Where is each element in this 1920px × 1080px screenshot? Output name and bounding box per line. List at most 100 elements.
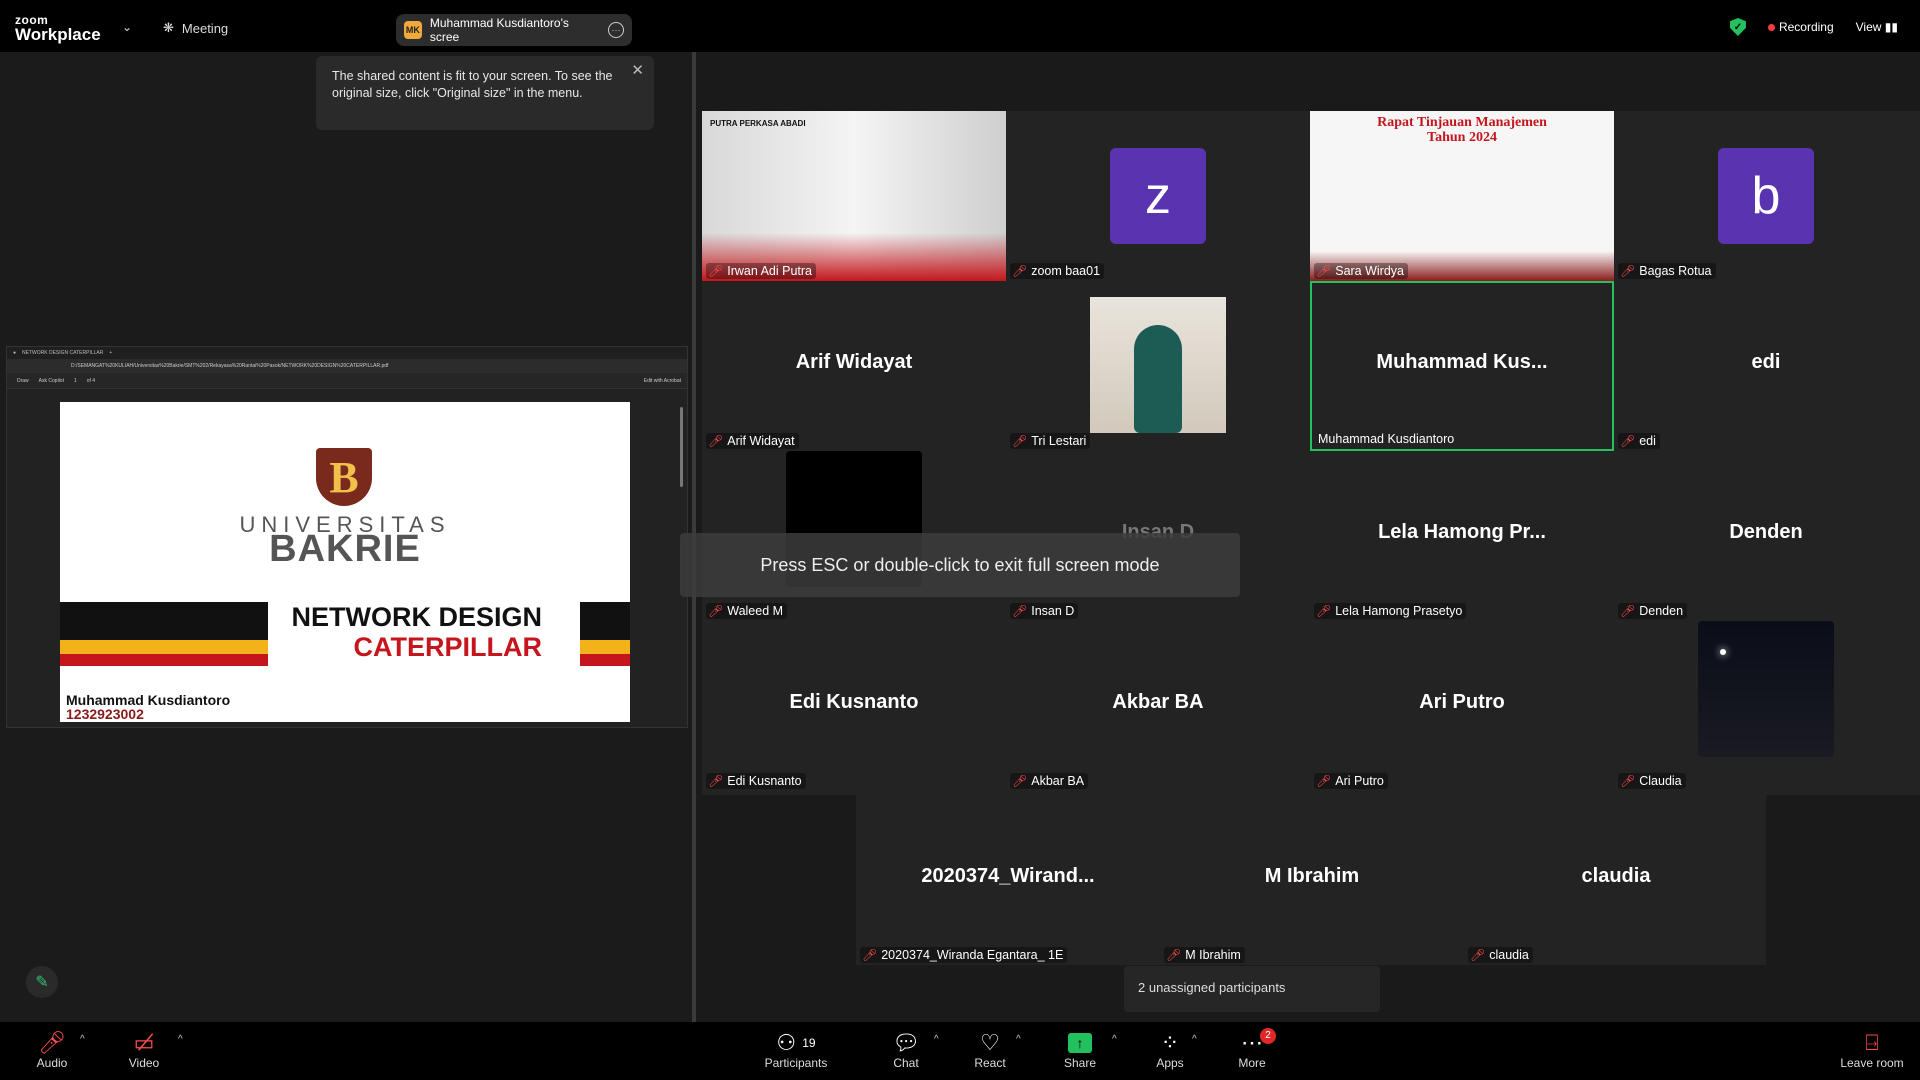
leave-room-button[interactable]: ⍈ Leave room bbox=[1836, 1030, 1908, 1070]
scrollbar[interactable] bbox=[680, 407, 683, 487]
apps-label: Apps bbox=[1156, 1056, 1184, 1070]
participant-display-name: Lela Hamong Pr... bbox=[1378, 521, 1546, 543]
chat-bubble-icon: 💬︎ bbox=[892, 1030, 920, 1055]
screen-share-pill[interactable]: MK Muhammad Kusdiantoro's scree ··· bbox=[396, 14, 632, 46]
participant-label: Muhammad Kusdiantoro bbox=[1316, 431, 1458, 447]
bg-title: Rapat Tinjauan Manajemen Tahun 2024 bbox=[1310, 115, 1614, 145]
browser-tab[interactable]: NETWORK DESIGN CATERPILLAR bbox=[22, 350, 103, 356]
participant-name: Lela Hamong Prasetyo bbox=[1335, 604, 1463, 618]
muted-mic-icon: 🎤︎ bbox=[1316, 264, 1332, 278]
more-button[interactable]: ⋯ 2 More bbox=[1232, 1028, 1276, 1070]
participant-name: 2020374_Wiranda Egantara_ 1E bbox=[881, 948, 1064, 962]
participant-name: Insan D bbox=[1031, 604, 1075, 618]
participant-tile[interactable]: Edi Kusnanto 🎤︎ Edi Kusnanto bbox=[702, 621, 1006, 791]
stripe-left bbox=[60, 602, 268, 666]
recording-indicator[interactable]: Recording bbox=[1767, 20, 1834, 34]
react-button[interactable]: ♡ React bbox=[970, 1030, 1010, 1070]
encryption-shield-icon[interactable]: ✓ bbox=[1729, 18, 1746, 36]
participant-tile-active-speaker[interactable]: Muhammad Kus... Muhammad Kusdiantoro bbox=[1310, 281, 1614, 451]
participant-tile[interactable]: claudia 🎤︎ claudia bbox=[1464, 795, 1768, 965]
meeting-controls-bar: 🎤︎ Audio ^ ▭̸ Video ^ ⚇ 19 Participants … bbox=[0, 1022, 1920, 1080]
participant-name: Claudia bbox=[1639, 774, 1682, 788]
close-icon[interactable]: ✕ bbox=[631, 62, 644, 79]
caret-up-icon: ^ bbox=[934, 1034, 939, 1045]
browser-icon: ● bbox=[13, 350, 17, 356]
muted-mic-icon: 🎤︎ bbox=[1166, 948, 1182, 962]
participant-label: 🎤︎ edi bbox=[1618, 433, 1660, 449]
participant-tile[interactable]: 🎤︎ Claudia bbox=[1614, 621, 1918, 791]
muted-mic-icon: 🎤︎ bbox=[862, 948, 878, 962]
participant-tile[interactable]: 🎤︎ Tri Lestari bbox=[1006, 281, 1310, 451]
pdf-slide: B UNIVERSITAS BAKRIE NETWORK DESIGN CATE… bbox=[60, 402, 630, 722]
chat-label: Chat bbox=[893, 1056, 919, 1070]
react-label: React bbox=[974, 1056, 1006, 1070]
address-bar[interactable]: D:/SEMANGAT%20KULIAH/Universitas%20Bakri… bbox=[7, 359, 687, 373]
audio-button[interactable]: 🎤︎ Audio bbox=[32, 1030, 72, 1070]
bg-title-line1: Rapat Tinjauan Manajemen bbox=[1377, 115, 1547, 130]
muted-mic-icon: 🎤︎ bbox=[1012, 604, 1028, 618]
participant-tile[interactable]: b 🎤︎ Bagas Rotua bbox=[1614, 111, 1918, 281]
participant-display-name: edi bbox=[1751, 351, 1781, 373]
participants-button[interactable]: ⚇ 19 Participants bbox=[760, 1030, 832, 1070]
participant-tile[interactable]: 2020374_Wirand... 🎤︎ 2020374_Wiranda Egan… bbox=[856, 795, 1160, 965]
sharer-avatar: MK bbox=[404, 21, 422, 39]
shared-screen-content[interactable]: ● NETWORK DESIGN CATERPILLAR + D:/SEMANG… bbox=[6, 346, 688, 728]
recording-label: Recording bbox=[1778, 20, 1834, 34]
more-options-icon[interactable]: ··· bbox=[608, 22, 624, 38]
bg-banner: PUTRA PERKASA ABADI bbox=[710, 119, 806, 128]
top-bar: zoom Workplace ⌄ ❋ Meeting MK Muhammad K… bbox=[0, 0, 1920, 52]
participant-label: 🎤︎ Denden bbox=[1618, 603, 1688, 619]
participant-label: 🎤︎ claudia bbox=[1468, 947, 1533, 963]
participant-tile[interactable]: Akbar BA 🎤︎ Akbar BA bbox=[1006, 621, 1310, 791]
participant-tile[interactable]: z 🎤︎ zoom baa01 bbox=[1006, 111, 1310, 281]
copilot-button[interactable]: Ask Copilot bbox=[39, 378, 64, 384]
participant-label: 🎤︎ Bagas Rotua bbox=[1618, 263, 1716, 279]
meeting-menu-button[interactable]: ❋ Meeting bbox=[163, 20, 228, 36]
page-number[interactable]: 1 bbox=[74, 378, 77, 384]
more-label: More bbox=[1238, 1056, 1266, 1070]
notification-badge: 2 bbox=[1260, 1028, 1276, 1044]
apps-button[interactable]: ⁘ Apps bbox=[1150, 1030, 1190, 1070]
annotate-pencil-icon[interactable]: ✎ bbox=[26, 966, 58, 998]
chevron-down-icon[interactable]: ⌄ bbox=[122, 20, 132, 34]
night-scene-photo bbox=[1698, 621, 1834, 757]
avatar: z bbox=[1110, 148, 1206, 244]
video-button[interactable]: ▭̸ Video bbox=[124, 1030, 164, 1070]
fullscreen-exit-notice: Press ESC or double-click to exit full s… bbox=[680, 533, 1240, 597]
muted-mic-icon: 🎤︎ bbox=[1012, 434, 1028, 448]
chat-button[interactable]: 💬︎ Chat bbox=[886, 1030, 926, 1070]
participant-name: Muhammad Kusdiantoro bbox=[1318, 432, 1455, 446]
participant-name: Irwan Adi Putra bbox=[727, 264, 812, 278]
participant-tile[interactable]: PUTRA PERKASA ABADI 🎤︎ Irwan Adi Putra bbox=[702, 111, 1006, 281]
draw-tool[interactable]: Draw bbox=[17, 378, 29, 384]
video-gallery-last-row: 2020374_Wirand... 🎤︎ 2020374_Wiranda Egan… bbox=[856, 795, 1766, 965]
participant-tile[interactable]: M Ibrahim 🎤︎ M Ibrahim bbox=[1160, 795, 1464, 965]
participant-name: claudia bbox=[1489, 948, 1529, 962]
caret-up-icon: ^ bbox=[178, 1034, 183, 1045]
caret-up-icon: ^ bbox=[1192, 1034, 1197, 1045]
participant-tile[interactable]: Lela Hamong Pr... 🎤︎ Lela Hamong Prasetyo bbox=[1310, 451, 1614, 621]
new-tab-icon[interactable]: + bbox=[109, 350, 112, 356]
muted-mic-icon: 🎤︎ bbox=[1620, 264, 1636, 278]
heart-icon: ♡ bbox=[980, 1030, 1000, 1055]
grid-icon: ▮▮ bbox=[1884, 20, 1898, 34]
participant-tile[interactable]: Ari Putro 🎤︎ Ari Putro bbox=[1310, 621, 1614, 791]
participant-name: Akbar BA bbox=[1031, 774, 1085, 788]
participant-tile[interactable]: edi 🎤︎ edi bbox=[1614, 281, 1918, 451]
unassigned-participants-notice[interactable]: 2 unassigned participants bbox=[1124, 966, 1380, 1012]
share-button[interactable]: ↑ Share bbox=[1060, 1030, 1100, 1070]
edit-acrobat-button[interactable]: Edit with Acrobat bbox=[644, 378, 687, 384]
view-button[interactable]: View ▮▮ bbox=[1856, 20, 1898, 34]
logo-line2: Workplace bbox=[15, 25, 101, 44]
participant-label: 🎤︎ Tri Lestari bbox=[1010, 433, 1091, 449]
participant-name: Bagas Rotua bbox=[1639, 264, 1712, 278]
participant-label: 🎤︎ Waleed M bbox=[706, 603, 788, 619]
participant-tile[interactable]: Denden 🎤︎ Denden bbox=[1614, 451, 1918, 621]
participant-tile[interactable]: Rapat Tinjauan Manajemen Tahun 2024 🎤︎ Sa… bbox=[1310, 111, 1614, 281]
tooltip-text: The shared content is fit to your screen… bbox=[332, 69, 613, 100]
participant-tile[interactable]: Arif Widayat 🎤︎ Arif Widayat bbox=[702, 281, 1006, 451]
caret-up-icon: ^ bbox=[80, 1034, 85, 1045]
recording-dot-icon bbox=[1767, 24, 1775, 31]
leave-label: Leave room bbox=[1840, 1056, 1904, 1070]
video-off-icon: ▭̸ bbox=[133, 1030, 155, 1055]
